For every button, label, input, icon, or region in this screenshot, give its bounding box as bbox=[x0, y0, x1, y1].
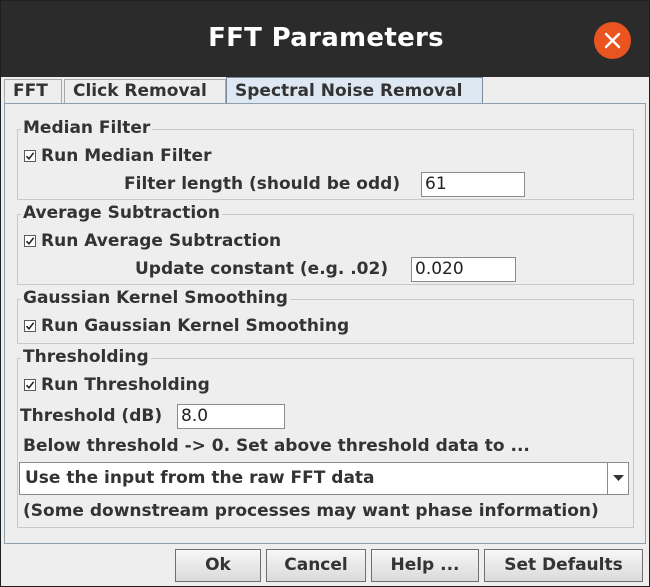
set-defaults-button[interactable]: Set Defaults bbox=[484, 549, 643, 582]
threshold-db-input[interactable]: 8.0 bbox=[177, 404, 285, 429]
run-average-subtraction-label: Run Average Subtraction bbox=[41, 231, 282, 251]
cancel-button[interactable]: Cancel bbox=[266, 549, 366, 582]
phase-information-note: (Some downstream processes may want phas… bbox=[23, 501, 599, 521]
above-threshold-selected-value: Use the input from the raw FFT data bbox=[25, 468, 375, 488]
window-title: FFT Parameters bbox=[208, 23, 444, 53]
run-gaussian-smoothing-checkbox[interactable]: Run Gaussian Kernel Smoothing bbox=[24, 315, 349, 337]
median-filter-legend: Median Filter bbox=[21, 118, 153, 138]
checkbox-checked-icon bbox=[24, 146, 36, 162]
tab-spectral-noise-removal[interactable]: Spectral Noise Removal bbox=[226, 77, 483, 104]
run-average-subtraction-checkbox[interactable]: Run Average Subtraction bbox=[24, 230, 281, 252]
close-icon bbox=[604, 32, 621, 49]
checkbox-checked-icon bbox=[24, 375, 36, 391]
checkbox-checked-icon bbox=[24, 231, 36, 247]
close-button[interactable] bbox=[594, 22, 631, 59]
chevron-down-icon bbox=[613, 475, 624, 481]
run-median-filter-checkbox[interactable]: Run Median Filter bbox=[24, 145, 211, 167]
help-button[interactable]: Help ... bbox=[371, 549, 479, 582]
below-threshold-text: Below threshold -> 0. Set above threshol… bbox=[23, 436, 530, 456]
ok-button[interactable]: Ok bbox=[175, 549, 261, 582]
update-constant-input[interactable]: 0.020 bbox=[411, 257, 516, 282]
dropdown-arrow-button[interactable] bbox=[607, 463, 628, 494]
run-median-filter-label: Run Median Filter bbox=[41, 146, 212, 166]
filter-length-label: Filter length (should be odd) bbox=[124, 174, 401, 194]
thresholding-legend: Thresholding bbox=[21, 347, 151, 367]
gaussian-kernel-legend: Gaussian Kernel Smoothing bbox=[21, 288, 290, 308]
title-bar[interactable]: FFT Parameters bbox=[1, 1, 649, 77]
above-threshold-select[interactable]: Use the input from the raw FFT data bbox=[19, 462, 629, 495]
fft-parameters-dialog: FFT Parameters FFT Click Removal Spectra… bbox=[0, 0, 650, 587]
average-subtraction-legend: Average Subtraction bbox=[21, 203, 222, 223]
tab-click-removal[interactable]: Click Removal bbox=[64, 79, 226, 104]
run-gaussian-smoothing-label: Run Gaussian Kernel Smoothing bbox=[41, 316, 350, 336]
run-thresholding-checkbox[interactable]: Run Thresholding bbox=[24, 374, 210, 396]
update-constant-label: Update constant (e.g. .02) bbox=[135, 259, 389, 279]
run-thresholding-label: Run Thresholding bbox=[41, 375, 210, 395]
threshold-db-label: Threshold (dB) bbox=[20, 406, 163, 426]
filter-length-input[interactable]: 61 bbox=[421, 172, 525, 197]
tab-fft[interactable]: FFT bbox=[4, 79, 62, 104]
checkbox-checked-icon bbox=[24, 316, 36, 332]
dialog-button-bar: Ok Cancel Help ... Set Defaults bbox=[1, 544, 649, 586]
